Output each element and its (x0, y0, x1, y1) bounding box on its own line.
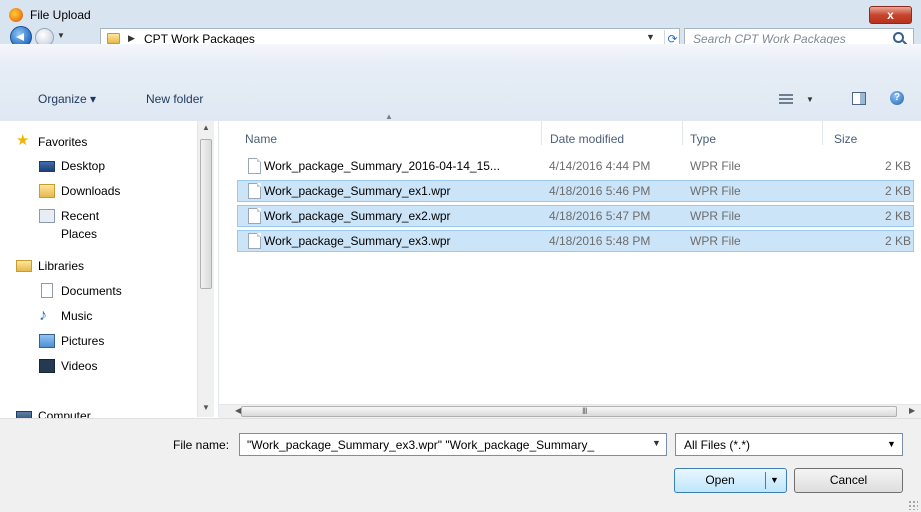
file-icon (248, 233, 261, 249)
downloads-folder-icon (39, 184, 55, 198)
file-icon (248, 158, 261, 174)
firefox-icon (9, 8, 23, 22)
view-dropdown-icon[interactable]: ▼ (806, 95, 814, 104)
file-date: 4/18/2016 5:48 PM (549, 234, 651, 248)
column-divider[interactable] (822, 121, 823, 145)
file-date: 4/18/2016 5:46 PM (549, 184, 651, 198)
nav-label: Favorites (38, 135, 88, 149)
column-header-size[interactable]: Size (834, 132, 857, 146)
cancel-button[interactable]: Cancel (794, 468, 903, 493)
file-size: 2 KB (884, 234, 911, 248)
file-size: 2 KB (884, 209, 911, 223)
scroll-thumb[interactable] (200, 139, 212, 289)
scroll-thumb[interactable]: III (241, 406, 897, 417)
file-row[interactable]: Work_package_Summary_ex2.wpr 4/18/2016 5… (237, 205, 914, 227)
new-folder-button[interactable]: New folder (146, 92, 203, 106)
open-options-dropdown-icon[interactable]: ▼ (770, 469, 779, 492)
navigation-pane: ★ Favorites Desktop Downloads Recent Pla… (0, 121, 219, 423)
file-size: 2 KB (884, 184, 911, 198)
view-options-icon[interactable] (779, 94, 793, 106)
pictures-icon (39, 334, 55, 348)
nav-label: Libraries (38, 259, 85, 273)
nav-label: Music (61, 309, 93, 323)
help-icon[interactable]: ? (890, 91, 904, 105)
file-type-filter-value: All Files (*.*) (684, 438, 751, 452)
file-size: 2 KB (884, 159, 911, 173)
file-name-value[interactable]: "Work_package_Summary_ex3.wpr" "Work_pac… (247, 438, 645, 452)
nav-label: Recent Places (61, 209, 100, 241)
file-name: Work_package_Summary_ex3.wpr (264, 234, 451, 248)
address-dropdown-icon[interactable]: ▼ (646, 32, 655, 42)
recent-locations-dropdown-icon[interactable]: ▼ (57, 31, 67, 41)
column-header-type[interactable]: Type (690, 132, 716, 146)
videos-icon (39, 359, 55, 373)
file-type: WPR File (690, 209, 741, 223)
documents-icon (41, 283, 53, 298)
libraries-icon (16, 260, 32, 272)
nav-label: Videos (61, 359, 98, 373)
file-type: WPR File (690, 184, 741, 198)
column-divider[interactable] (682, 121, 683, 145)
file-type: WPR File (690, 159, 741, 173)
star-icon: ★ (16, 132, 30, 149)
close-button[interactable]: x (869, 6, 912, 24)
window-title: File Upload (30, 8, 91, 22)
file-date: 4/14/2016 4:44 PM (549, 159, 651, 173)
column-divider[interactable] (541, 121, 542, 145)
sort-ascending-icon: ▲ (385, 112, 393, 121)
file-row[interactable]: Work_package_Summary_ex1.wpr 4/18/2016 5… (237, 180, 914, 202)
nav-label: Desktop (61, 159, 106, 173)
file-row[interactable]: Work_package_Summary_2016-04-14_15... 4/… (237, 155, 914, 177)
file-row[interactable]: Work_package_Summary_ex3.wpr 4/18/2016 5… (237, 230, 914, 252)
desktop-icon (39, 161, 55, 172)
resize-grip-icon[interactable] (908, 500, 918, 510)
nav-label: Pictures (61, 334, 105, 348)
horizontal-scrollbar[interactable]: ◀ III ▶ (219, 404, 921, 418)
file-icon (248, 208, 261, 224)
organize-button[interactable]: Organize ▾ (38, 92, 96, 106)
file-name: Work_package_Summary_ex2.wpr (264, 209, 451, 223)
file-name: Work_package_Summary_2016-04-14_15... (264, 159, 500, 173)
file-name-field[interactable]: "Work_package_Summary_ex3.wpr" "Work_pac… (239, 433, 667, 456)
file-date: 4/18/2016 5:47 PM (549, 209, 651, 223)
file-name-dropdown-icon[interactable]: ▼ (652, 438, 661, 448)
scroll-up-icon[interactable]: ▲ (202, 123, 210, 132)
scroll-down-icon[interactable]: ▼ (202, 403, 210, 412)
column-header-name[interactable]: Name (245, 132, 277, 146)
file-type-filter[interactable]: All Files (*.*) ▼ (675, 433, 903, 456)
recent-places-icon (39, 209, 55, 223)
navigation-scrollbar[interactable]: ▲ ▼ (197, 121, 214, 417)
file-icon (248, 183, 261, 199)
folder-icon (107, 33, 120, 44)
scroll-right-icon[interactable]: ▶ (909, 406, 915, 415)
open-button[interactable]: Open ▼ (674, 468, 787, 493)
command-bar (0, 44, 921, 121)
filter-dropdown-icon[interactable]: ▼ (887, 439, 896, 449)
file-type: WPR File (690, 234, 741, 248)
split-divider (765, 472, 766, 489)
preview-pane-icon[interactable] (852, 92, 866, 105)
file-name: Work_package_Summary_ex1.wpr (264, 184, 451, 198)
search-icon[interactable] (893, 32, 904, 43)
nav-label: Downloads (61, 184, 121, 198)
column-header-date-modified[interactable]: Date modified (550, 132, 624, 146)
breadcrumb-chevron-icon[interactable]: ▶ (128, 33, 135, 44)
scroll-grip-icon: III (582, 406, 587, 416)
nav-label: Documents (61, 284, 122, 298)
title-bar: File Upload x ▼ ▶ CPT Work Packages ▼ ⟳ (0, 0, 921, 50)
file-name-label: File name: (173, 438, 230, 452)
open-button-label: Open (705, 473, 735, 487)
music-icon: ♪ (39, 307, 47, 324)
